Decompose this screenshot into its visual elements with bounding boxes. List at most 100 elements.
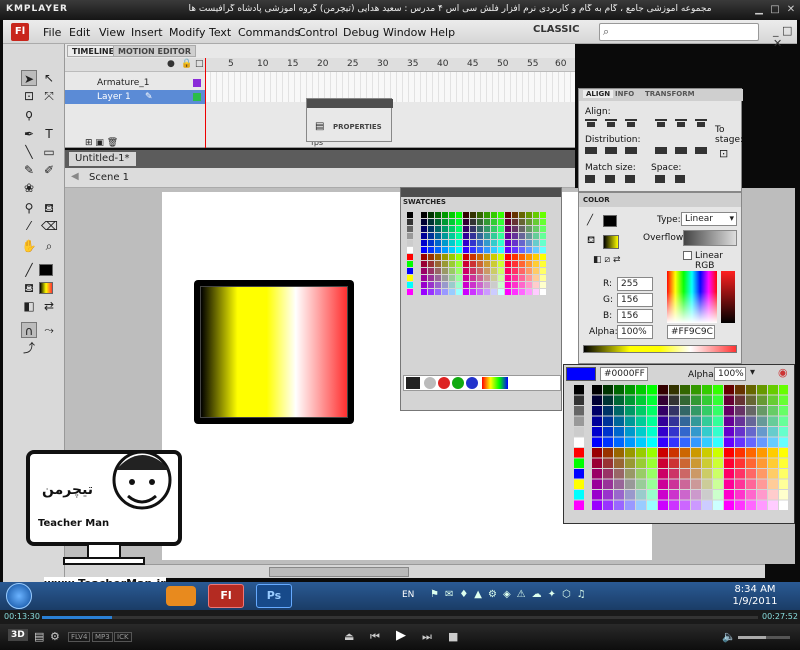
menu-window[interactable]: Window <box>383 26 426 39</box>
stroke-swatch[interactable] <box>603 215 617 227</box>
menu-edit[interactable]: Edit <box>69 26 90 39</box>
workspace-switcher[interactable]: CLASSIC <box>533 24 579 35</box>
scrollbar-thumb[interactable] <box>269 567 409 577</box>
popup-alpha-input[interactable]: 100% <box>714 367 746 381</box>
color-wheel-icon[interactable]: ◉ <box>778 366 788 379</box>
gradient-rectangle[interactable] <box>194 280 354 424</box>
eye-icon[interactable]: ● <box>167 59 175 69</box>
gradient-definition-bar[interactable] <box>583 345 737 353</box>
stop-icon[interactable]: ■ <box>448 630 458 643</box>
tab-align[interactable]: ALIGN <box>583 90 614 98</box>
pencil-tool-icon[interactable]: ✎ <box>21 162 37 178</box>
layer-row-layer1[interactable]: Layer 1 ✎ <box>65 90 205 104</box>
zoom-tool-icon[interactable]: ⌕ <box>41 238 57 254</box>
gradient-swatch-row[interactable] <box>404 376 560 390</box>
hex-input[interactable]: #FF9C9C <box>667 325 715 339</box>
to-stage-icon[interactable]: ⊡ <box>719 147 728 160</box>
tab-swatches[interactable]: SWATCHES <box>403 198 446 206</box>
alpha-input[interactable]: 100% <box>617 325 653 339</box>
kmplayer-seekbar[interactable]: 00:13:30 00:27:52 <box>0 610 800 624</box>
outline-icon[interactable]: □ <box>195 59 204 69</box>
bone-tool-icon[interactable]: ⚲ <box>21 200 37 216</box>
straighten-icon[interactable]: ⤴ <box>21 340 37 356</box>
fill-color-swatch[interactable] <box>39 282 53 294</box>
fill-bucket-icon[interactable]: ⛾ <box>587 235 595 248</box>
new-layer-icon[interactable]: ⊞ ▣ 🗑 <box>85 138 118 148</box>
lasso-tool-icon[interactable]: ϙ <box>21 106 37 122</box>
pen-tool-icon[interactable]: ✒ <box>21 126 37 142</box>
minimize-icon[interactable]: ▁ <box>752 3 766 17</box>
gradient-swatches[interactable] <box>403 375 561 391</box>
menu-control[interactable]: Control <box>298 26 338 39</box>
brightness-slider[interactable] <box>721 271 735 323</box>
lock-icon[interactable]: 🔒 <box>181 59 192 69</box>
panel-header[interactable] <box>307 99 393 108</box>
properties-panel-collapsed[interactable]: ▤ PROPERTIES <box>306 98 393 142</box>
free-transform-tool-icon[interactable]: ⊡ <box>21 88 37 104</box>
eraser-tool-icon[interactable]: ⌫ <box>41 218 58 234</box>
playlist-icon[interactable]: ▤ <box>34 630 44 643</box>
menu-commands[interactable]: Commands <box>238 26 300 39</box>
language-indicator[interactable]: EN <box>402 590 414 600</box>
menu-text[interactable]: Text <box>209 26 231 39</box>
tab-timeline[interactable]: TIMELINE <box>67 45 120 57</box>
brush-tool-icon[interactable]: ✐ <box>41 162 57 178</box>
popup-swatch-grid[interactable] <box>574 385 788 515</box>
panel-header[interactable] <box>401 188 561 197</box>
smooth-icon[interactable]: ⤳ <box>41 322 57 338</box>
play-icon[interactable]: ▶ <box>396 628 406 643</box>
document-tab[interactable]: Untitled-1* <box>69 152 136 166</box>
text-tool-icon[interactable]: T <box>41 126 57 142</box>
menu-modify[interactable]: Modify <box>169 26 205 39</box>
rectangle-tool-icon[interactable]: ▭ <box>41 144 57 160</box>
eyedropper-tool-icon[interactable]: ⁄ <box>21 218 37 234</box>
playhead[interactable] <box>205 58 211 148</box>
maximize-icon[interactable]: □ <box>768 3 782 17</box>
eject-icon[interactable]: ⏏ <box>344 630 354 643</box>
layer-row-armature[interactable]: Armature_1 <box>65 76 205 90</box>
selection-tool-icon[interactable]: ➤ <box>21 70 37 86</box>
stroke-color-swatch[interactable] <box>39 264 53 276</box>
fill-swatch[interactable] <box>603 235 619 249</box>
back-arrow-icon[interactable]: ◀ <box>71 171 79 182</box>
close-icon[interactable]: ✕ <box>784 3 798 17</box>
color-spectrum[interactable] <box>667 271 717 323</box>
snap-to-objects-icon[interactable]: ∩ <box>21 322 37 338</box>
taskbar-photoshop[interactable]: Ps <box>256 584 292 608</box>
menu-help[interactable]: Help <box>430 26 455 39</box>
tray-icons[interactable]: ⚑✉♦▲⚙◈⚠☁✦⬡♫ <box>430 589 592 600</box>
taskbar-ie-icon[interactable] <box>70 584 100 608</box>
chevron-down-icon[interactable]: ▾ <box>750 367 755 378</box>
system-clock[interactable]: 8:34 AM 1/9/2011 <box>720 584 790 608</box>
tab-color[interactable]: COLOR <box>583 196 610 204</box>
menu-file[interactable]: File <box>43 26 61 39</box>
deco-tool-icon[interactable]: ❀ <box>21 180 37 196</box>
taskbar-mediaplayer-icon[interactable] <box>166 586 196 606</box>
speaker-icon[interactable]: 🔈 <box>722 630 736 643</box>
seek-track[interactable] <box>42 616 758 619</box>
type-dropdown[interactable]: Linear ▾ <box>681 212 737 226</box>
subselection-tool-icon[interactable]: ↖ <box>41 70 57 86</box>
swap-colors-icon[interactable]: ⇄ <box>41 298 57 314</box>
r-input[interactable]: 255 <box>617 277 653 291</box>
scene-label[interactable]: Scene 1 <box>89 172 129 183</box>
window-controls[interactable]: _ □ ✕ <box>773 24 797 50</box>
line-tool-icon[interactable]: ╲ <box>21 144 37 160</box>
stroke-color-icon[interactable]: ╱ <box>21 262 37 278</box>
overflow-dropdown[interactable] <box>683 230 737 246</box>
align-buttons[interactable] <box>583 117 713 189</box>
taskbar-explorer-icon[interactable] <box>120 584 150 608</box>
swatch-grid[interactable] <box>407 212 549 296</box>
menu-debug[interactable]: Debug <box>343 26 379 39</box>
3d-rotation-tool-icon[interactable]: ⤧ <box>41 88 57 104</box>
stroke-pencil-icon[interactable]: ╱ <box>587 215 593 226</box>
prev-icon[interactable]: ⏮ <box>370 630 380 644</box>
tab-transform[interactable]: TRANSFORM <box>645 90 695 98</box>
bw-swap-icons[interactable]: ◧ ⧄ ⇄ <box>593 255 621 265</box>
menu-insert[interactable]: Insert <box>131 26 163 39</box>
popup-hex-input[interactable]: #0000FF <box>600 367 648 381</box>
fill-color-icon[interactable]: ⛾ <box>21 280 37 296</box>
taskbar-flash[interactable]: Fl <box>208 584 244 608</box>
menu-view[interactable]: View <box>99 26 125 39</box>
paint-bucket-tool-icon[interactable]: ⛾ <box>41 200 57 216</box>
